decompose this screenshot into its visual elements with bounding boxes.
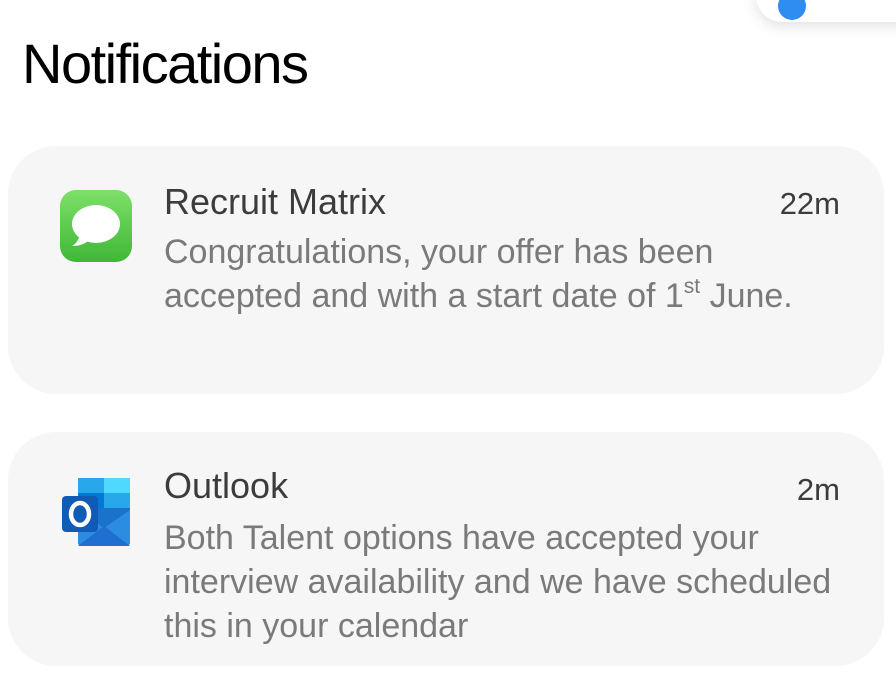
message-text: Congratulations, your offer has been acc… bbox=[164, 233, 714, 315]
messages-icon bbox=[60, 190, 132, 262]
page-title: Notifications bbox=[22, 32, 309, 95]
notification-card-outlook[interactable]: Outlook 2m Both Talent options have acce… bbox=[8, 432, 884, 666]
notification-card-recruit-matrix[interactable]: Recruit Matrix 22m Congratulations, your… bbox=[8, 146, 884, 394]
notifications-screen: Notifications Recruit Matrix 22m Congrat… bbox=[0, 0, 896, 690]
app-name: Recruit Matrix bbox=[164, 181, 387, 222]
notification-time: 2m bbox=[796, 472, 840, 507]
message-text-end: June. bbox=[700, 277, 793, 315]
blue-dot-icon bbox=[778, 0, 806, 20]
app-name: Outlook bbox=[164, 465, 289, 506]
notification-message: Both Talent options have accepted your i… bbox=[164, 516, 844, 648]
message-text: Both Talent options have accepted your i… bbox=[164, 519, 832, 645]
notification-message: Congratulations, your offer has been acc… bbox=[164, 230, 824, 318]
message-superscript: st bbox=[683, 275, 701, 298]
outlook-icon bbox=[60, 474, 132, 546]
top-pill-button[interactable] bbox=[756, 0, 896, 22]
notification-time: 22m bbox=[779, 186, 840, 221]
